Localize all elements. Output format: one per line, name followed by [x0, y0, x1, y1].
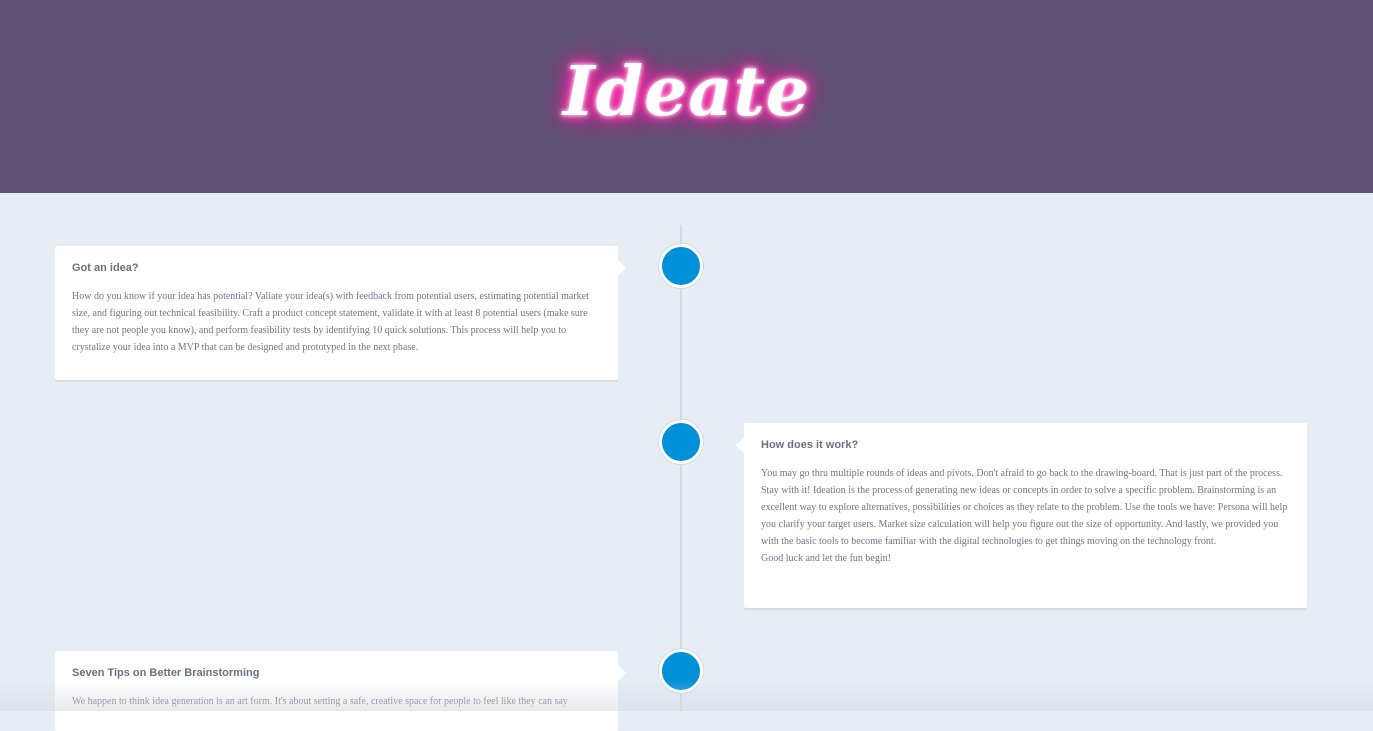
card-title: Got an idea?: [72, 262, 139, 274]
card-body: How do you know if your idea has potenti…: [72, 291, 589, 353]
page-header: Ideate: [0, 0, 1373, 193]
timeline-marker-1: [659, 244, 703, 288]
timeline-card-got-an-idea: Got an idea? How do you know if your ide…: [55, 246, 626, 380]
card-title: How does it work?: [761, 439, 859, 451]
timeline-card-how-does-it-work: How does it work? You may go thru multip…: [736, 423, 1307, 608]
timeline-card-seven-tips: Seven Tips on Better Brainstorming We ha…: [55, 651, 626, 731]
timeline-line: [680, 225, 682, 711]
timeline-marker-3: [659, 649, 703, 693]
brand-title: Ideate: [562, 52, 811, 132]
timeline-marker-2: [659, 420, 703, 464]
card-body: We happen to think idea generation is an…: [72, 696, 568, 707]
card-body: You may go thru multiple rounds of ideas…: [761, 468, 1288, 564]
card-title: Seven Tips on Better Brainstorming: [72, 667, 260, 679]
